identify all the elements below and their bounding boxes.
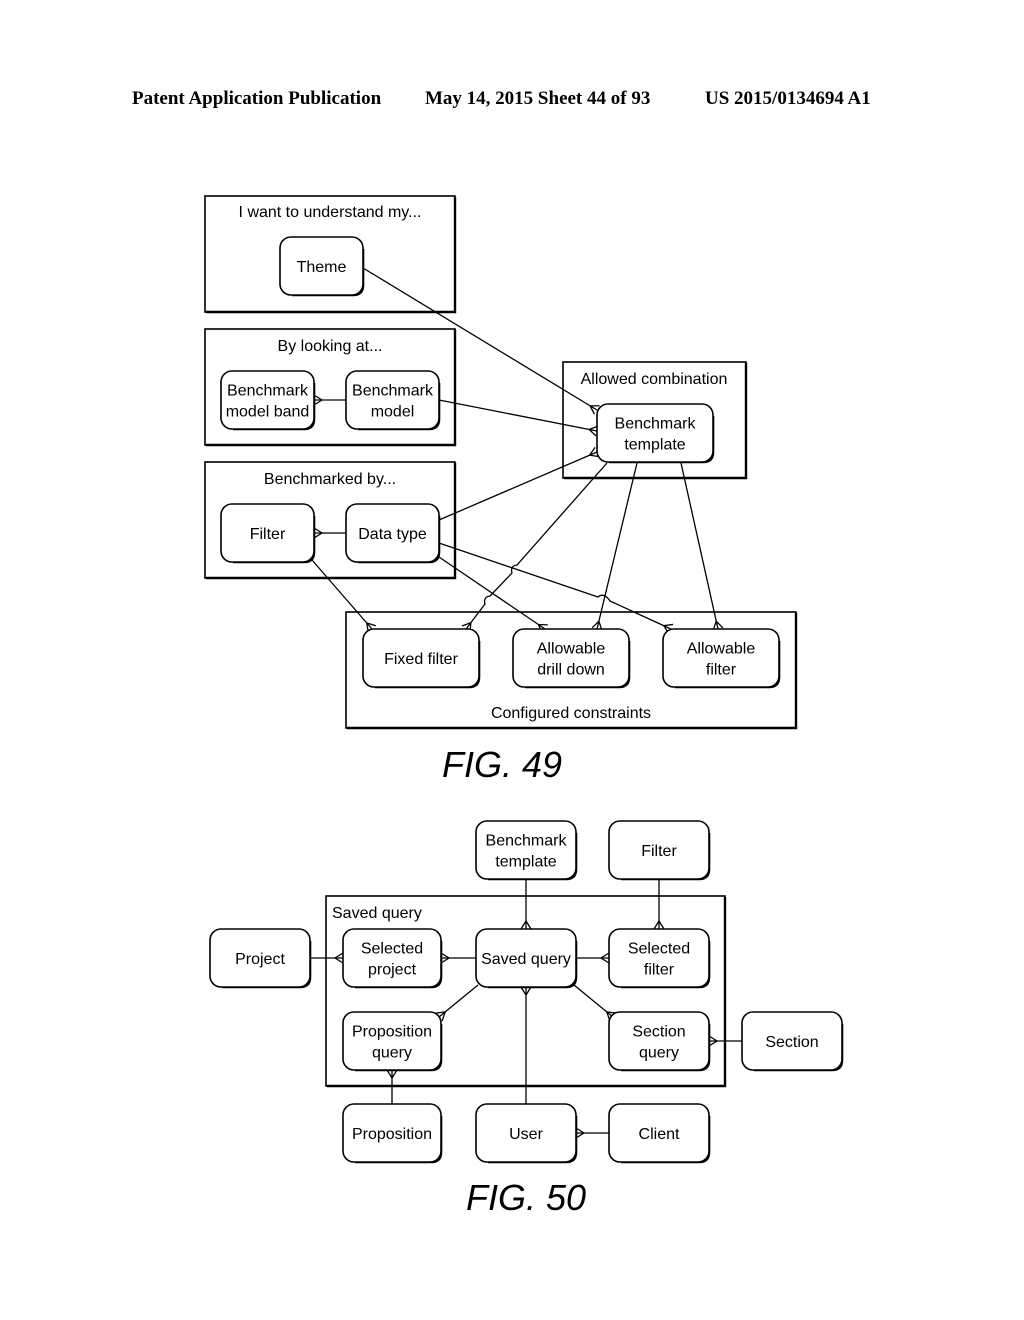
edge-client-to-user xyxy=(575,1127,609,1139)
edge-filter-to-selectedfilter xyxy=(653,879,665,930)
node-theme: Theme xyxy=(279,236,365,297)
node-saved-query: Saved query xyxy=(475,928,578,989)
patent-diagram: I want to understand my... By looking at.… xyxy=(204,195,844,1218)
node-allowable-filter: Allowable filter xyxy=(662,628,781,689)
edge-template-to-drilldown xyxy=(591,462,638,631)
edge-savedquery-to-propositionquery xyxy=(435,984,479,1022)
node-benchmark-model: Benchmark model xyxy=(345,370,441,431)
node-benchmark-model-band-label: Benchmark xyxy=(227,383,309,400)
frame-understand-label: I want to understand my... xyxy=(239,204,422,221)
edge-savedquery-to-selectedproject xyxy=(440,952,476,964)
node-selected-filter: Selected filter xyxy=(608,928,711,989)
node-proposition-label: Proposition xyxy=(352,1126,432,1143)
node-section-query-label: query xyxy=(639,1045,679,1062)
edge-model-to-template xyxy=(438,399,599,437)
frame-benchmarked-label: Benchmarked by... xyxy=(264,471,396,488)
node-saved-query-label: Saved query xyxy=(481,951,571,968)
node-selected-project: Selected project xyxy=(342,928,443,989)
frame-looking-label: By looking at... xyxy=(278,338,383,355)
edge-datatype-to-allowablefilter xyxy=(438,542,674,634)
node-project-label: Project xyxy=(235,951,285,968)
edge-savedquery-to-sectionquery xyxy=(573,984,617,1022)
frame-allowed-combination-label: Allowed combination xyxy=(581,371,728,388)
node-data-type: Data type xyxy=(345,503,441,564)
node-proposition: Proposition xyxy=(342,1103,443,1164)
node-client: Client xyxy=(608,1103,711,1164)
node-fixed-filter-label: Fixed filter xyxy=(384,651,458,668)
node-fixed-filter: Fixed filter xyxy=(362,628,481,689)
node-benchmark-model-label: model xyxy=(371,404,415,421)
node-selected-filter-label: filter xyxy=(644,962,675,979)
node-allowable-filter-label: Allowable xyxy=(687,641,756,658)
node-benchmark-template-label: Benchmark xyxy=(615,416,697,433)
edge-filter-to-fixedfilter xyxy=(311,559,376,633)
node-filter: Filter xyxy=(220,503,316,564)
node-benchmark-template: Benchmark template xyxy=(596,403,715,464)
fig50-caption: FIG. 50 xyxy=(466,1177,586,1218)
node-proposition-query-label: Proposition xyxy=(352,1024,432,1041)
edge-savedquery-to-selectedfilter xyxy=(576,952,610,964)
node-benchmark-template-label: template xyxy=(624,437,685,454)
edge-model-to-modelband xyxy=(313,394,346,406)
node-benchmark-template: Benchmark template xyxy=(475,820,578,881)
edge-datatype-to-drilldown xyxy=(438,556,548,634)
node-data-type-label: Data type xyxy=(358,526,427,543)
node-section: Section xyxy=(741,1011,844,1072)
edge-datatype-to-template xyxy=(438,447,600,521)
node-allowable-filter-label: filter xyxy=(706,662,737,679)
node-benchmark-model-label: Benchmark xyxy=(352,383,434,400)
node-filter-label: Filter xyxy=(641,843,677,860)
node-proposition-query-label: query xyxy=(372,1045,412,1062)
frame-saved-query-label: Saved query xyxy=(332,905,422,922)
node-proposition-query: Proposition query xyxy=(342,1011,443,1072)
frame-configured-constraints-label: Configured constraints xyxy=(491,705,651,722)
node-allowable-drill-down: Allowable drill down xyxy=(512,628,631,689)
node-benchmark-template-label: template xyxy=(495,854,556,871)
edge-template-to-fixedfilter xyxy=(461,462,608,633)
node-user: User xyxy=(475,1103,578,1164)
node-selected-filter-label: Selected xyxy=(628,941,690,958)
node-selected-project-label: project xyxy=(368,962,417,979)
node-benchmark-template-label: Benchmark xyxy=(486,833,568,850)
node-project: Project xyxy=(209,928,312,989)
node-allowable-drill-down-label: drill down xyxy=(537,662,605,679)
edge-bmtemplate-to-savedquery xyxy=(520,879,532,930)
node-user-label: User xyxy=(509,1126,543,1143)
node-theme-label: Theme xyxy=(297,259,347,276)
node-client-label: Client xyxy=(639,1126,680,1143)
node-filter-label: Filter xyxy=(250,526,286,543)
node-selected-project-label: Selected xyxy=(361,941,423,958)
node-section-query: Section query xyxy=(608,1011,711,1072)
node-benchmark-model-band-label: model band xyxy=(226,404,310,421)
edge-template-to-allowablefilter xyxy=(680,462,724,631)
fig49-caption: FIG. 49 xyxy=(442,744,562,785)
node-allowable-drill-down-label: Allowable xyxy=(537,641,606,658)
node-benchmark-model-band: Benchmark model band xyxy=(220,370,316,431)
node-section-query-label: Section xyxy=(632,1024,685,1041)
node-filter: Filter xyxy=(608,820,711,881)
node-section-label: Section xyxy=(765,1034,818,1051)
edge-datatype-to-filter xyxy=(313,527,346,539)
